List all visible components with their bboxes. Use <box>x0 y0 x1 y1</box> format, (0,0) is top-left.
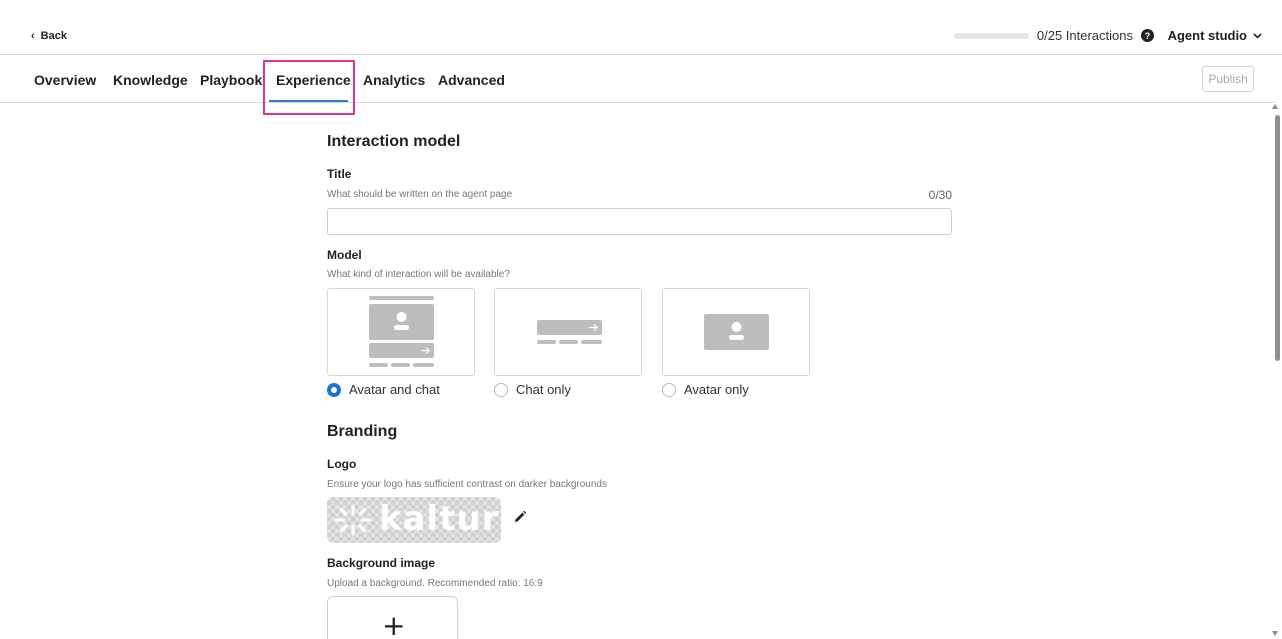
tab-analytics[interactable]: Analytics <box>363 72 425 88</box>
suggestion-pill <box>559 340 578 344</box>
model-label: Model <box>327 248 362 262</box>
active-tab-indicator <box>269 100 348 102</box>
background-upload-button[interactable]: + <box>327 596 458 639</box>
radio-avatar-only[interactable]: Avatar only <box>662 382 749 397</box>
scroll-up-arrow-icon[interactable] <box>1272 104 1278 109</box>
scroll-down-arrow-icon[interactable] <box>1272 631 1278 636</box>
background-image-label: Background image <box>327 556 436 570</box>
interactions-progress-bar <box>953 32 1029 39</box>
chat-input-bar <box>369 343 434 358</box>
radio-button[interactable] <box>494 382 508 397</box>
title-label: Title <box>327 167 352 181</box>
suggestion-pill <box>537 340 556 344</box>
plus-icon: + <box>382 609 406 639</box>
tab-bar: Overview Knowledge Playbook Experience A… <box>0 56 1275 115</box>
interactions-usage: 0/25 Interactions ? <box>953 28 1154 43</box>
option-label: Avatar only <box>684 382 749 397</box>
suggestion-pill <box>581 340 602 344</box>
publish-button[interactable]: Publish <box>1202 66 1254 92</box>
radio-chat-only[interactable]: Chat only <box>494 382 571 397</box>
title-hint: What should be written on the agent page <box>327 189 513 200</box>
radio-button[interactable] <box>327 382 341 397</box>
tab-playbook[interactable]: Playbook <box>200 72 262 88</box>
logo-hint: Ensure your logo has sufficient contrast… <box>327 479 607 490</box>
suggestion-pill <box>391 363 410 367</box>
option-label: Avatar and chat <box>349 382 440 397</box>
logo-label: Logo <box>327 457 357 471</box>
tab-overview[interactable]: Overview <box>34 72 96 88</box>
radio-avatar-and-chat[interactable]: Avatar and chat <box>327 382 440 397</box>
kaltura-logo-mark-icon <box>334 504 372 536</box>
person-icon <box>394 312 409 330</box>
model-card-avatar-and-chat[interactable] <box>327 288 475 376</box>
back-chevron-icon: ‹ <box>31 30 35 42</box>
logo-text: kaltura <box>379 499 501 539</box>
model-hint: What kind of interaction will be availab… <box>327 269 510 280</box>
branding-heading: Branding <box>327 423 398 440</box>
background-image-hint: Upload a background. Recommended ratio: … <box>327 578 543 589</box>
person-icon <box>729 322 744 340</box>
interaction-model-heading: Interaction model <box>327 133 461 150</box>
tab-advanced[interactable]: Advanced <box>438 72 505 88</box>
avatar-panel <box>369 304 434 340</box>
back-button[interactable]: ‹ Back <box>31 30 67 42</box>
agent-studio-label: Agent studio <box>1167 28 1247 43</box>
tab-experience[interactable]: Experience <box>276 72 351 88</box>
interactions-text: 0/25 Interactions <box>1036 28 1133 43</box>
pencil-icon[interactable] <box>513 510 527 524</box>
title-input[interactable] <box>327 208 952 235</box>
agent-studio-menu[interactable]: Agent studio <box>1168 28 1262 43</box>
chevron-down-icon <box>1253 32 1262 39</box>
help-icon[interactable]: ? <box>1141 29 1154 42</box>
avatar-panel <box>704 314 769 350</box>
title-counter: 0/30 <box>928 188 952 202</box>
radio-button[interactable] <box>662 382 676 397</box>
logo-preview: kaltura <box>327 497 501 543</box>
chat-input-bar <box>537 320 602 335</box>
model-card-avatar-only[interactable] <box>662 288 810 376</box>
card-header-line <box>369 296 434 300</box>
back-label: Back <box>40 30 67 42</box>
send-arrow-icon <box>421 347 430 354</box>
tab-knowledge[interactable]: Knowledge <box>113 72 188 88</box>
suggestion-pill <box>413 363 434 367</box>
send-arrow-icon <box>589 324 598 331</box>
option-label: Chat only <box>516 382 571 397</box>
model-card-chat-only[interactable] <box>494 288 642 376</box>
scrollbar-thumb[interactable] <box>1275 115 1280 361</box>
top-bar: ‹ Back 0/25 Interactions ? Agent studio <box>0 0 1282 55</box>
suggestion-pill <box>369 363 388 367</box>
